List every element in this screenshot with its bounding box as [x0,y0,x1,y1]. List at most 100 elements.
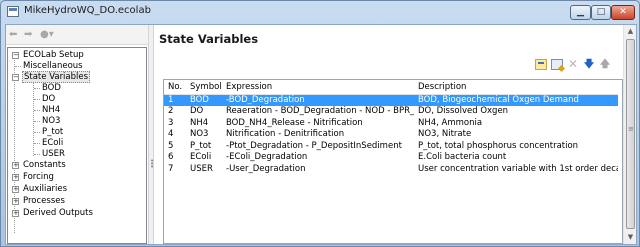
expand-icon[interactable]: + [12,198,19,205]
tree-item-do[interactable]: DO [41,94,56,105]
edit-row-icon[interactable] [551,59,563,70]
cell-symbol: DO [190,106,204,116]
tree-item-user[interactable]: USER [41,149,66,160]
tree-item-bod[interactable]: BOD [41,83,62,94]
add-row-icon[interactable] [535,59,547,70]
cell-no: 7 [168,163,174,174]
cell-no: 3 [168,117,174,128]
scroll-up-icon[interactable]: ▲ [624,25,637,38]
state-variables-grid[interactable]: No. Symbol Expression Description 1 BOD … [163,79,623,244]
tree-item-label: Derived Outputs [23,208,93,218]
cell-expression: -Ptot_Degradation - P_DepositInSediment [226,140,402,151]
table-row[interactable]: 6 EColi -EColi_Degradation E.Coli bacter… [164,152,618,164]
cell-description: DO, Dissolved Oxgen [418,106,509,116]
cell-symbol: P_tot [190,140,212,151]
table-row[interactable]: 2 DO Reaeration - BOD_Degradation - NOD … [164,106,618,118]
collapse-icon[interactable]: − [12,74,19,81]
tree-item-label: Forcing [23,172,54,182]
collapse-icon[interactable]: − [12,52,19,59]
tree-item-processes[interactable]: + Processes [12,196,66,207]
cell-no: 1 [164,94,186,106]
cell-no: 4 [168,129,174,139]
tree-item-auxiliaries[interactable]: + Auxiliaries [12,184,68,195]
column-header-symbol[interactable]: Symbol [186,80,222,95]
column-header-no[interactable]: No. [164,80,186,95]
setup-tree[interactable]: − ECOLab Setup Miscellaneous − State Var… [7,47,147,244]
title-bar: MikeHydroWQ_DO.ecolab ▁ □ ✕ [1,1,639,23]
history-dropdown-icon[interactable]: ●▾ [40,29,54,41]
cell-description: P_tot, total phosphorus concentration [418,140,579,151]
tree-root[interactable]: − ECOLab Setup [12,50,85,61]
tree-root-label: ECOLab Setup [23,50,84,60]
scroll-down-icon[interactable]: ▼ [624,231,637,244]
cell-expression: -BOD_Degradation [222,94,414,106]
cell-description: NO3, Nitrate [418,129,472,139]
nav-toolbar: ⬅ ➡ ●▾ [6,25,148,45]
column-header-description[interactable]: Description [414,80,618,95]
grid-toolbar: ✕ 🡇 🡅 [525,58,621,71]
cell-symbol: BOD [186,94,222,106]
table-row[interactable]: 7 USER -User_Degradation User concentrat… [164,164,618,176]
cell-description: User concentration variable with 1st ord… [418,163,618,174]
tree-item-forcing[interactable]: + Forcing [12,172,55,183]
client-area: ⬅ ➡ ●▾ − ECOLab Setup Miscellaneous − St… [5,24,637,245]
cell-symbol: NO3 [190,129,209,139]
cell-symbol: NH4 [190,117,209,128]
tree-item-state-variables[interactable]: − State Variables [12,71,91,83]
cell-description: E.Coli bacteria count [418,152,507,162]
tree-item-derived-outputs[interactable]: + Derived Outputs [12,208,94,219]
vertical-scrollbar[interactable]: ▲ ▼ [623,25,636,244]
cell-expression: BOD_NH4_Release - Nitrification [226,117,363,128]
navigation-pane: ⬅ ➡ ●▾ − ECOLab Setup Miscellaneous − St… [6,25,148,244]
tree-item-label: State Variables [22,71,91,83]
minimize-button[interactable]: ▁ [570,5,591,20]
splitter-grip-icon: • • • [150,157,155,171]
page-title: State Variables [159,32,259,46]
table-row[interactable]: 1 BOD -BOD_Degradation BOD, Biogeochemic… [164,94,618,106]
cell-no: 5 [168,140,174,151]
cell-symbol: USER [190,163,213,174]
expand-icon[interactable]: + [12,186,19,193]
expand-icon[interactable]: + [12,210,19,217]
close-button[interactable]: ✕ [611,5,635,20]
scroll-thumb[interactable] [626,39,635,229]
cell-symbol: EColi [190,152,212,162]
tree-item-label: NO3 [42,116,61,126]
move-down-icon[interactable]: 🡇 [583,59,595,70]
window-title: MikeHydroWQ_DO.ecolab [24,5,151,16]
cell-no: 6 [168,152,174,162]
maximize-button[interactable]: □ [591,5,611,20]
tree-item-ecoli[interactable]: EColi [41,138,64,149]
cell-expression: Nitrification - Denitrification [226,129,345,139]
cell-expression: -User_Degradation [226,163,306,174]
expand-icon[interactable]: + [12,174,19,181]
cell-no: 2 [168,106,174,116]
column-header-expression[interactable]: Expression [222,80,414,95]
tree-item-label: Auxiliaries [23,184,68,194]
tree-item-label: Constants [23,160,66,170]
back-arrow-icon[interactable]: ⬅ [9,29,17,41]
tree-item-constants[interactable]: + Constants [12,160,67,171]
cell-expression: Reaeration - BOD_Degradation - NOD - BPR… [226,106,414,116]
tree-item-no3[interactable]: NO3 [41,116,61,127]
table-row[interactable]: 5 P_tot -Ptot_Degradation - P_DepositInS… [164,141,618,153]
cell-description: NH4, Ammonia [418,117,483,128]
table-row[interactable]: 3 NH4 BOD_NH4_Release - Nitrification NH… [164,118,618,130]
move-up-icon[interactable]: 🡅 [599,59,611,70]
app-window: MikeHydroWQ_DO.ecolab ▁ □ ✕ ⬅ ➡ ●▾ − ECO… [0,0,640,247]
tree-item-nh4[interactable]: NH4 [41,105,61,116]
table-row[interactable]: 4 NO3 Nitrification - Denitrification NO… [164,129,618,141]
pane-splitter[interactable]: • • • [148,25,154,244]
tree-item-label: EColi [42,138,64,148]
tree-item-label: USER [42,149,65,159]
tree-item-label: NH4 [42,105,61,115]
tree-item-p-tot[interactable]: P_tot [41,127,64,138]
expand-icon[interactable]: + [12,162,19,169]
content-pane: State Variables ✕ 🡇 🡅 No. Symbol Express… [155,25,623,244]
app-icon [7,6,19,17]
table-header-row: No. Symbol Expression Description [164,80,618,95]
tree-item-label: DO [42,94,56,104]
delete-row-icon[interactable]: ✕ [567,58,579,70]
forward-arrow-icon[interactable]: ➡ [24,29,32,41]
tree-item-label: Processes [23,196,65,206]
